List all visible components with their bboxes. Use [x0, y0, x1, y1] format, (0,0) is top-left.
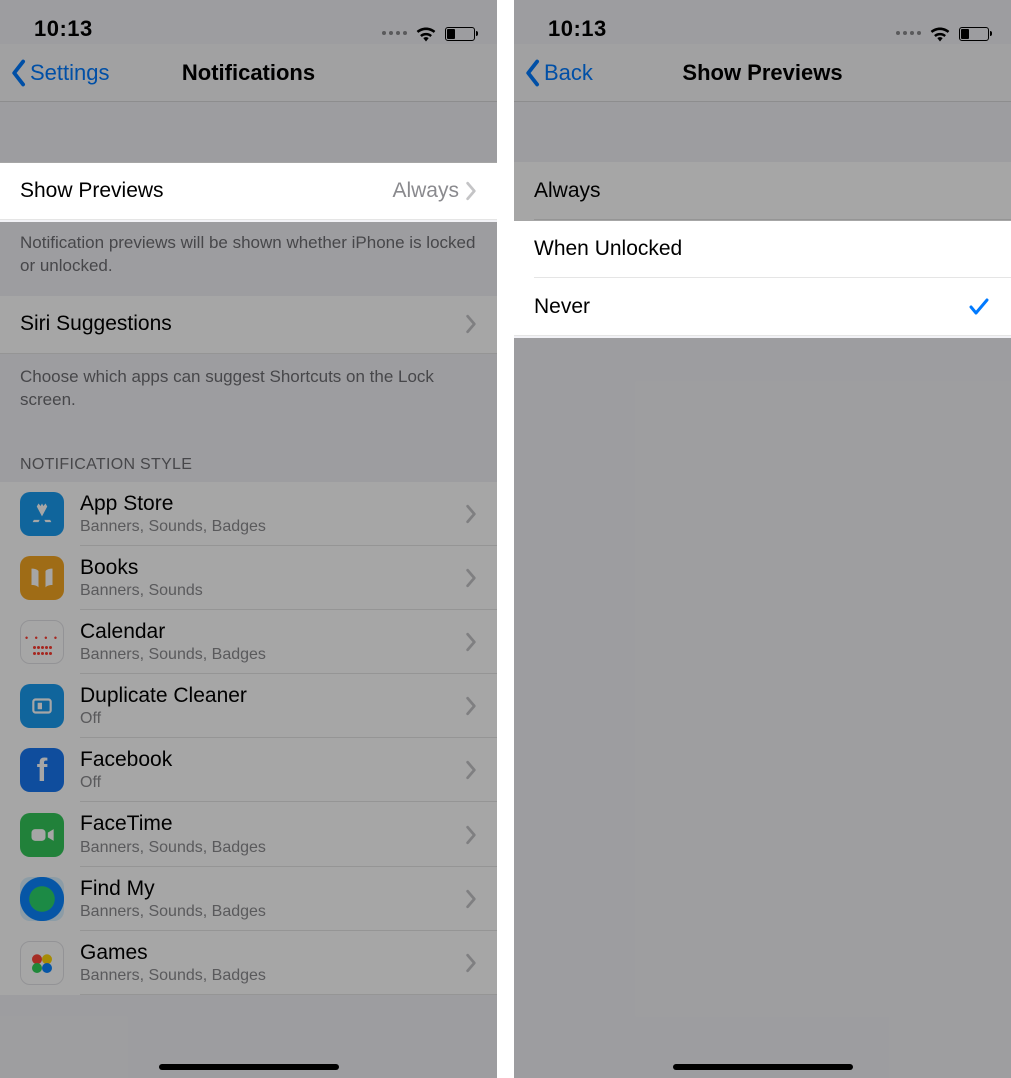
preview-option-always[interactable]: Always — [514, 162, 1011, 220]
app-row-facetime[interactable]: FaceTime Banners, Sounds, Badges — [0, 802, 497, 866]
chevron-right-icon — [465, 696, 477, 716]
back-label: Back — [544, 60, 593, 86]
battery-icon — [959, 27, 989, 41]
nav-bar: Settings Notifications — [0, 44, 497, 102]
chevron-right-icon — [465, 760, 477, 780]
chevron-right-icon — [465, 825, 477, 845]
app-name: FaceTime — [80, 812, 266, 836]
app-subtitle: Off — [80, 710, 247, 728]
wifi-icon — [415, 26, 437, 42]
app-name: Duplicate Cleaner — [80, 684, 247, 708]
chevron-right-icon — [465, 568, 477, 588]
app-row-fb[interactable]: f Facebook Off — [0, 738, 497, 802]
app-subtitle: Banners, Sounds — [80, 582, 203, 600]
back-button[interactable]: Back — [524, 44, 593, 101]
page-title: Notifications — [182, 60, 315, 86]
app-subtitle: Banners, Sounds, Badges — [80, 839, 266, 857]
back-button[interactable]: Settings — [10, 44, 110, 101]
app-row-games[interactable]: Games Banners, Sounds, Badges — [0, 931, 497, 995]
chevron-right-icon — [465, 889, 477, 909]
app-name: App Store — [80, 492, 266, 516]
option-label: When Unlocked — [534, 237, 682, 261]
app-name: Games — [80, 941, 266, 965]
wifi-icon — [929, 26, 951, 42]
app-row-findmy[interactable]: Find My Banners, Sounds, Badges — [0, 867, 497, 931]
previews-footer-text: Notification previews will be shown whet… — [0, 220, 497, 296]
battery-icon — [445, 27, 475, 41]
notification-style-header: NOTIFICATION STYLE — [0, 430, 497, 482]
back-label: Settings — [30, 60, 110, 86]
page-title: Show Previews — [682, 60, 842, 86]
app-list: App Store Banners, Sounds, Badges Books Ban… — [0, 482, 497, 995]
dup-app-icon — [20, 684, 64, 728]
chevron-right-icon — [465, 314, 477, 334]
status-icons — [382, 26, 475, 42]
app-row-books[interactable]: Books Banners, Sounds — [0, 546, 497, 610]
chevron-right-icon — [465, 181, 477, 201]
notifications-screen: 10:13 Settings Notifications Show Previe… — [0, 0, 497, 1078]
cellular-dots-icon — [382, 31, 407, 37]
status-time: 10:13 — [548, 16, 607, 42]
app-subtitle: Banners, Sounds, Badges — [80, 903, 266, 921]
siri-suggestions-label: Siri Suggestions — [20, 312, 172, 336]
chevron-right-icon — [465, 953, 477, 973]
home-indicator[interactable] — [673, 1064, 853, 1070]
show-previews-row[interactable]: Show Previews Always — [0, 162, 497, 220]
app-row-calendar[interactable]: • • • • Calendar Banners, Sounds, Badges — [0, 610, 497, 674]
status-icons — [896, 26, 989, 42]
preview-option-never[interactable]: Never — [514, 278, 1011, 336]
app-name: Books — [80, 556, 203, 580]
chevron-left-icon — [10, 59, 26, 87]
app-row-dup[interactable]: Duplicate Cleaner Off — [0, 674, 497, 738]
chevron-right-icon — [465, 632, 477, 652]
games-app-icon — [20, 941, 64, 985]
status-time: 10:13 — [34, 16, 93, 42]
app-subtitle: Banners, Sounds, Badges — [80, 518, 266, 536]
app-name: Facebook — [80, 748, 172, 772]
status-bar: 10:13 — [0, 0, 497, 44]
option-label: Never — [534, 295, 590, 319]
app-name: Calendar — [80, 620, 266, 644]
calendar-app-icon: • • • • — [20, 620, 64, 664]
books-app-icon — [20, 556, 64, 600]
app-name: Find My — [80, 877, 266, 901]
facetime-app-icon — [20, 813, 64, 857]
app-subtitle: Off — [80, 774, 172, 792]
siri-footer-text: Choose which apps can suggest Shortcuts … — [0, 354, 497, 430]
appstore-app-icon — [20, 492, 64, 536]
app-subtitle: Banners, Sounds, Badges — [80, 646, 266, 664]
checkmark-icon — [967, 295, 991, 319]
chevron-right-icon — [465, 504, 477, 524]
preview-option-when-unlocked[interactable]: When Unlocked — [514, 220, 1011, 278]
findmy-app-icon — [20, 877, 64, 921]
chevron-left-icon — [524, 59, 540, 87]
options-list: Always When Unlocked Never — [514, 162, 1011, 336]
show-previews-value: Always — [392, 179, 465, 203]
home-indicator[interactable] — [159, 1064, 339, 1070]
show-previews-label: Show Previews — [20, 179, 164, 203]
status-bar: 10:13 — [514, 0, 1011, 44]
cellular-dots-icon — [896, 31, 921, 37]
app-subtitle: Banners, Sounds, Badges — [80, 967, 266, 985]
fb-app-icon: f — [20, 748, 64, 792]
nav-bar: Back Show Previews — [514, 44, 1011, 102]
option-label: Always — [534, 179, 601, 203]
app-row-appstore[interactable]: App Store Banners, Sounds, Badges — [0, 482, 497, 546]
show-previews-screen: 10:13 Back Show Previews Always When Unlo… — [514, 0, 1011, 1078]
siri-suggestions-row[interactable]: Siri Suggestions — [0, 296, 497, 354]
